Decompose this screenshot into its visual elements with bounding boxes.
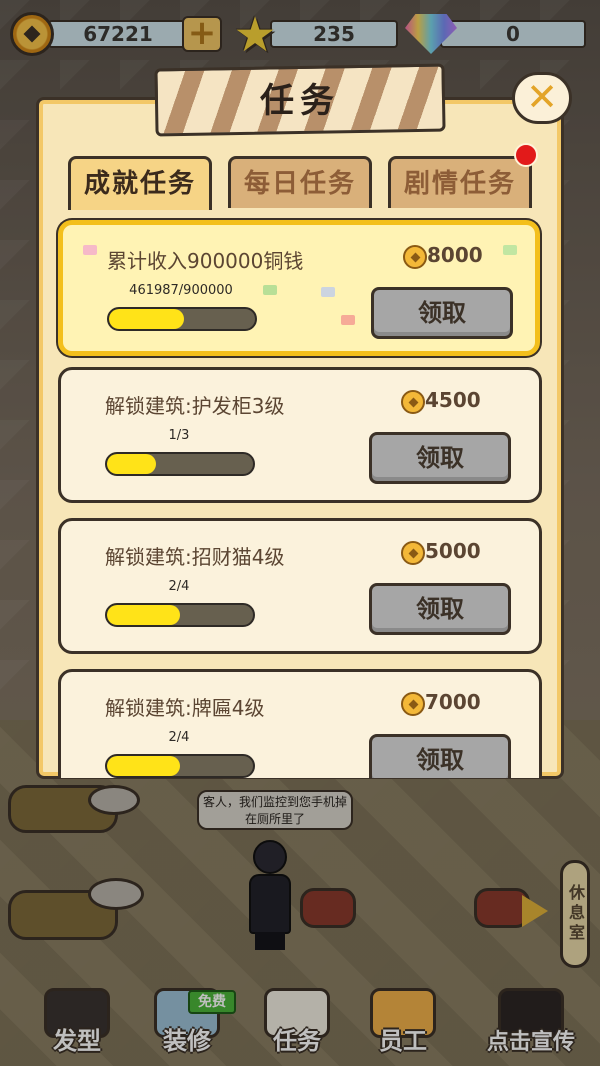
progress-fill: [107, 756, 180, 776]
tab-story[interactable]: 剧情任务: [388, 156, 532, 208]
notification-dot: [514, 143, 538, 167]
task-reward: 7000: [425, 690, 481, 714]
claim-button[interactable]: 领取: [371, 287, 513, 339]
confetti: [263, 285, 277, 295]
task-name: 累计收入900000铜钱: [107, 249, 304, 273]
close-icon: ✕: [526, 75, 558, 119]
coin-icon: [401, 692, 425, 716]
confetti: [341, 315, 355, 325]
task-progress-text: 2/4: [168, 579, 190, 594]
task-name: 解锁建筑:护发柜3级: [105, 394, 285, 418]
task-card: 累计收入900000铜钱 8000 461987/900000 领取: [58, 220, 540, 356]
confetti: [321, 287, 335, 297]
task-progress-text: 2/4: [168, 730, 190, 745]
close-button[interactable]: ✕: [512, 72, 572, 124]
task-card: 解锁建筑:招财猫4级 5000 2/4 领取: [58, 518, 542, 654]
confetti: [83, 245, 97, 255]
task-reward: 8000: [427, 243, 483, 267]
task-progress-text: 461987/900000: [129, 283, 233, 298]
claim-button[interactable]: 领取: [369, 432, 511, 484]
task-progress-bar: [107, 307, 257, 331]
tab-achievement[interactable]: 成就任务: [68, 156, 212, 210]
claim-button[interactable]: 领取: [369, 734, 511, 778]
task-progress-bar: [105, 754, 255, 778]
task-reward: 4500: [425, 388, 481, 412]
coin-icon: [403, 245, 427, 269]
coin-icon: [401, 541, 425, 565]
progress-fill: [109, 309, 184, 329]
confetti: [503, 245, 517, 255]
dialog-title: 任务: [260, 81, 340, 121]
progress-fill: [107, 605, 180, 625]
task-name: 解锁建筑:招财猫4级: [105, 545, 285, 569]
task-progress-text: 1/3: [168, 428, 190, 443]
task-reward: 5000: [425, 539, 481, 563]
claim-button[interactable]: 领取: [369, 583, 511, 635]
progress-fill: [107, 454, 156, 474]
task-card: 解锁建筑:牌匾4级 7000 2/4 领取: [58, 669, 542, 778]
coin-icon: [401, 390, 425, 414]
task-progress-bar: [105, 603, 255, 627]
tab-daily[interactable]: 每日任务: [228, 156, 372, 208]
task-card: 解锁建筑:护发柜3级 4500 1/3 领取: [58, 367, 542, 503]
task-list[interactable]: 累计收入900000铜钱 8000 461987/900000 领取 解锁建筑:…: [38, 208, 562, 778]
task-progress-bar: [105, 452, 255, 476]
task-name: 解锁建筑:牌匾4级: [105, 696, 265, 720]
